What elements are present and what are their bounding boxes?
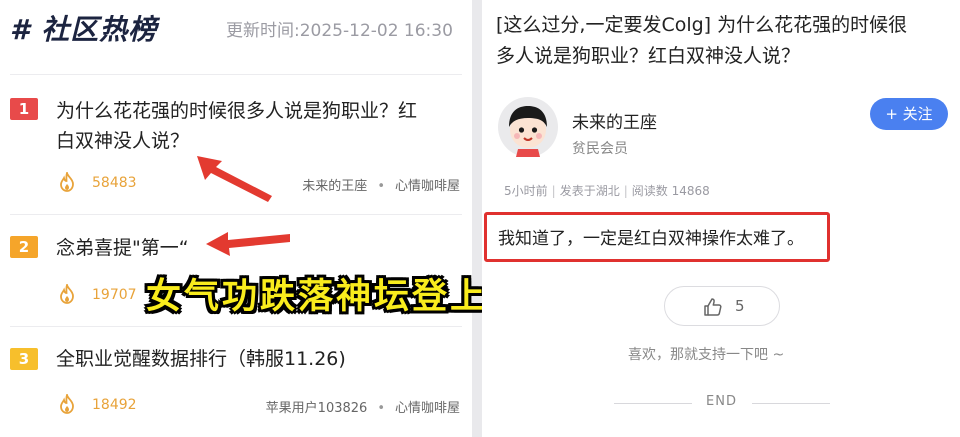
info-separator: |	[623, 184, 628, 198]
fire-icon	[60, 394, 74, 414]
red-arrow-icon	[206, 232, 290, 256]
rank-badge: 2	[10, 236, 38, 258]
board-name[interactable]: 心情咖啡屋	[395, 179, 460, 194]
dot-separator: •	[377, 401, 385, 416]
divider	[10, 74, 462, 75]
post-title-line2: 多人说是狗职业？红白双神没人说？	[496, 45, 801, 67]
heat-value: 58483	[92, 175, 137, 191]
hot-list-title: # 社区热榜	[10, 13, 158, 46]
hot-item-meta: 苹果用户103826 • 心情咖啡屋	[266, 397, 460, 416]
hot-item-title[interactable]: 为什么花花强的时候很多人说是狗职业？红 白双神没人说？	[56, 96, 417, 156]
hot-item-title[interactable]: 念弟喜提"第一“	[56, 233, 189, 263]
follow-button[interactable]: + 关注	[870, 98, 948, 130]
like-button[interactable]: 5	[664, 286, 780, 326]
dot-separator: •	[377, 179, 385, 194]
read-count: 阅读数 14868	[631, 184, 710, 198]
hot-item-title-line2: 白双神没人说？	[56, 130, 190, 152]
rank-badge: 3	[10, 348, 38, 370]
info-separator: |	[551, 184, 556, 198]
heat-value: 18492	[92, 397, 137, 413]
post-title: [这么过分,一定要发Colg] 为什么花花强的时候很 多人说是狗职业？红白双神没…	[496, 10, 948, 72]
end-marker: END	[706, 394, 737, 409]
divider	[10, 326, 462, 327]
fire-icon	[60, 172, 74, 192]
avatar[interactable]	[498, 97, 558, 157]
hot-list-panel: # 社区热榜 更新时间:2025-12-02 16:30 1 为什么花花强的时候…	[0, 0, 472, 437]
post-detail-panel: [这么过分,一定要发Colg] 为什么花花强的时候很 多人说是狗职业？红白双神没…	[482, 0, 960, 437]
post-title-line1: [这么过分,一定要发Colg] 为什么花花强的时候很	[496, 14, 908, 36]
post-info: 5小时前 | 发表于湖北 | 阅读数 14868	[504, 182, 710, 199]
end-divider	[614, 403, 692, 404]
fire-icon	[60, 284, 74, 304]
post-time: 5小时前	[504, 184, 548, 198]
rank-badge: 1	[10, 98, 38, 120]
heat-value: 19707	[92, 287, 137, 303]
author-name[interactable]: 未来的王座	[302, 179, 367, 194]
user-level: 贫民会员	[572, 141, 628, 157]
user-name[interactable]: 未来的王座	[572, 108, 657, 133]
hot-item-title[interactable]: 全职业觉醒数据排行（韩服11.26)	[56, 344, 346, 374]
author-name[interactable]: 苹果用户103826	[266, 401, 368, 416]
post-body: 我知道了，一定是红白双神操作太难了。	[498, 229, 804, 249]
hot-item-title-line1: 为什么花花强的时候很多人说是狗职业？红	[56, 100, 418, 122]
end-divider	[752, 403, 830, 404]
like-count: 5	[735, 297, 745, 315]
update-time: 更新时间:2025-12-02 16:30	[226, 21, 453, 41]
red-arrow-icon	[197, 156, 272, 202]
divider	[10, 214, 462, 215]
post-location: 发表于湖北	[559, 184, 620, 198]
like-tip: 喜欢，那就支持一下吧 ~	[628, 347, 785, 363]
hot-item-meta: 未来的王座 • 心情咖啡屋	[302, 175, 460, 194]
thumbs-up-icon	[704, 298, 722, 316]
board-name[interactable]: 心情咖啡屋	[395, 401, 460, 416]
